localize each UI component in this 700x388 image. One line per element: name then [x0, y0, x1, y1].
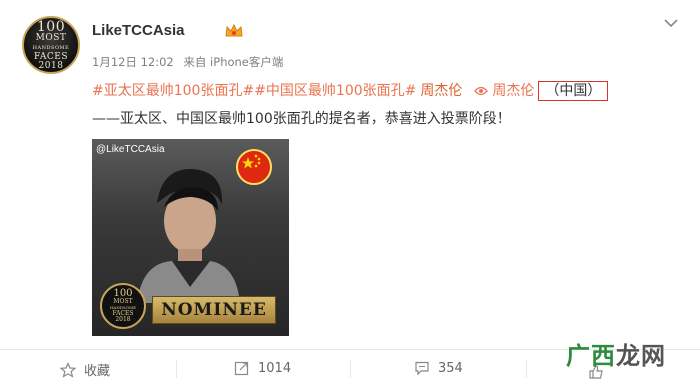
separator	[176, 360, 177, 378]
avatar[interactable]: 100 MOST HANDSOME FACES 2018	[22, 16, 80, 74]
comment-icon	[415, 361, 429, 376]
nominee-label: NOMINEE	[152, 296, 276, 324]
post-body: ——亚太区、中国区最帅100张面孔的提名者，恭喜进入投票阶段！	[92, 111, 511, 127]
repost-count: 1014	[258, 360, 292, 376]
portrait-figure	[137, 168, 240, 303]
mention-tag[interactable]: 周杰伦	[420, 83, 462, 99]
repost-icon	[234, 361, 249, 376]
comment-count: 354	[438, 360, 463, 376]
repost-button[interactable]: 1014	[234, 360, 291, 376]
topic-tag-asia[interactable]: #亚太区最帅100张面孔#	[92, 83, 254, 99]
post-meta: 1月12日 12:02 来自 iPhone客户端	[92, 54, 289, 70]
comment-button[interactable]: 354	[414, 360, 463, 376]
avatar-logo-text: 100 MOST HANDSOME FACES 2018	[32, 18, 70, 71]
username[interactable]: LikeTCCAsia	[92, 22, 185, 39]
post-source: 来自 iPhone客户端	[183, 55, 284, 69]
location-link[interactable]: 周杰伦	[492, 83, 534, 99]
favorite-button[interactable]: 收藏	[60, 360, 110, 379]
post-image[interactable]: @LikeTCCAsia 100 MOST HANDSOME FACES 201…	[92, 139, 289, 336]
star-icon	[60, 361, 76, 378]
location-icon	[474, 86, 489, 96]
chevron-down-icon[interactable]	[664, 18, 678, 28]
location-highlight: （中国）	[538, 81, 609, 101]
image-watermark: @LikeTCCAsia	[96, 144, 165, 155]
post-time[interactable]: 1月12日 12:02	[92, 55, 174, 69]
site-logo-watermark: 广西龙网	[566, 342, 666, 370]
separator	[526, 360, 527, 378]
tag-line: #亚太区最帅100张面孔##中国区最帅100张面孔# 周杰伦 周杰伦 （中国）	[92, 80, 609, 101]
favorite-label: 收藏	[84, 364, 111, 379]
topic-tag-china[interactable]: #中国区最帅100张面孔#	[254, 83, 416, 99]
separator	[350, 360, 351, 378]
seal-logo: 100 MOST HANDSOME FACES 2018	[100, 283, 146, 329]
crown-badge-icon[interactable]	[224, 22, 244, 40]
